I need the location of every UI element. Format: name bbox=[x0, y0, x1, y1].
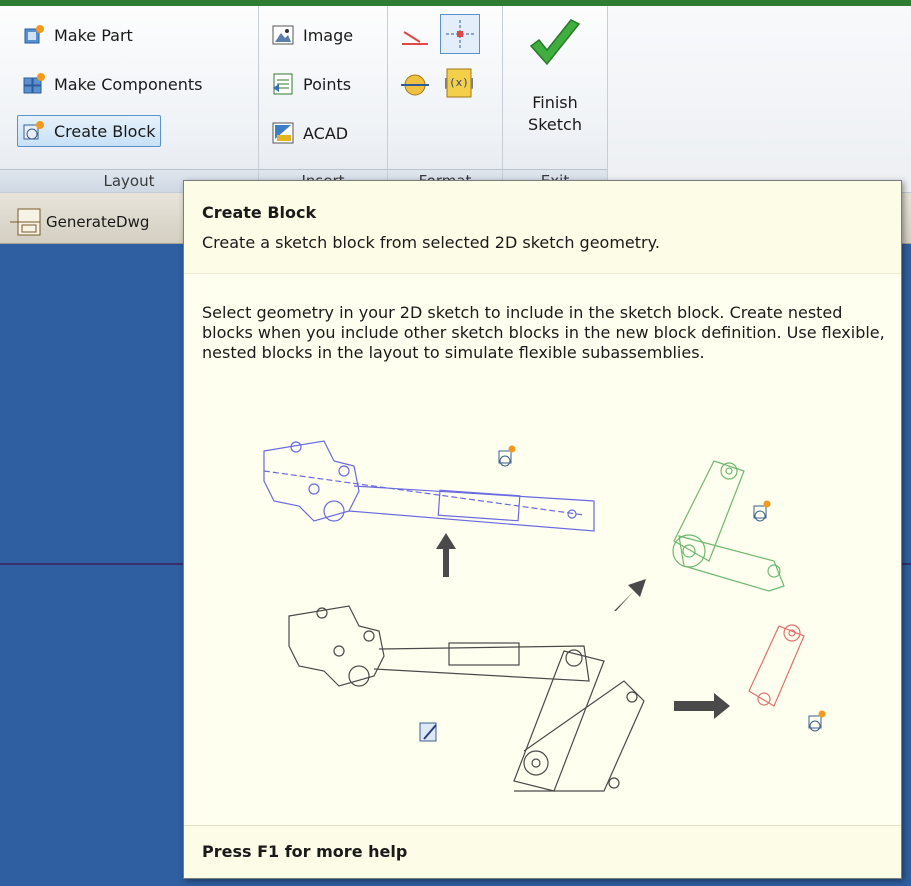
exit-panel: Finish Sketch Exit bbox=[503, 6, 608, 192]
tooltip-header: Create Block Create a sketch block from … bbox=[184, 181, 901, 274]
layout-document-icon bbox=[8, 207, 42, 237]
format-panel: |(x)| Format bbox=[388, 6, 503, 192]
image-icon bbox=[271, 23, 295, 47]
svg-text:|(x)|: |(x)| bbox=[442, 76, 475, 89]
make-components-button[interactable]: Make Components bbox=[22, 69, 202, 99]
points-icon bbox=[271, 72, 295, 96]
document-tab-label: GenerateDwg bbox=[46, 213, 150, 231]
acad-label: ACAD bbox=[303, 123, 349, 143]
make-part-icon bbox=[22, 23, 46, 47]
finish-label: Finish bbox=[532, 93, 578, 112]
block-icons bbox=[419, 445, 826, 742]
tooltip-footer: Press F1 for more help bbox=[184, 825, 901, 878]
driven-dimension-icon[interactable]: |(x)| bbox=[442, 66, 476, 100]
create-block-icon bbox=[22, 119, 46, 143]
acad-button[interactable]: ACAD bbox=[271, 118, 348, 148]
tooltip-body: Select geometry in your 2D sketch to inc… bbox=[202, 303, 885, 362]
sketch-label: Sketch bbox=[528, 115, 582, 134]
points-button[interactable]: Points bbox=[271, 69, 351, 99]
centerpoint-icon[interactable] bbox=[440, 14, 480, 54]
image-label: Image bbox=[303, 25, 354, 45]
red-block-geometry bbox=[748, 624, 805, 707]
tooltip-title: Create Block bbox=[202, 203, 317, 222]
black-block-geometry bbox=[288, 605, 645, 792]
create-block-button[interactable]: Create Block bbox=[17, 115, 161, 147]
insert-panel: Image Points ACAD Insert bbox=[259, 6, 388, 192]
document-tab[interactable]: GenerateDwg bbox=[8, 207, 149, 237]
blue-block-geometry bbox=[263, 440, 595, 532]
green-block-geometry bbox=[672, 460, 785, 592]
layout-panel: Make Part Make Components Create Block L… bbox=[0, 6, 259, 192]
ribbon-empty-area bbox=[608, 6, 911, 192]
tooltip-footer-text: Press F1 for more help bbox=[202, 842, 408, 861]
tooltip-subtitle: Create a sketch block from selected 2D s… bbox=[202, 233, 660, 252]
make-part-button[interactable]: Make Part bbox=[22, 20, 133, 50]
tooltip-illustration bbox=[184, 411, 901, 815]
points-label: Points bbox=[303, 74, 352, 94]
construction-icon[interactable] bbox=[398, 18, 432, 52]
create-block-label: Create Block bbox=[54, 121, 156, 141]
finish-sketch-button[interactable]: Finish Sketch bbox=[517, 14, 593, 136]
checkmark-icon bbox=[525, 14, 585, 74]
make-components-icon bbox=[22, 72, 46, 96]
make-part-label: Make Part bbox=[54, 25, 133, 45]
image-button[interactable]: Image bbox=[271, 20, 353, 50]
tooltip: Create Block Create a sketch block from … bbox=[183, 180, 902, 879]
center-line-icon[interactable] bbox=[398, 68, 432, 102]
ribbon: Make Part Make Components Create Block L… bbox=[0, 6, 911, 193]
acad-icon bbox=[271, 121, 295, 145]
make-components-label: Make Components bbox=[54, 74, 203, 94]
